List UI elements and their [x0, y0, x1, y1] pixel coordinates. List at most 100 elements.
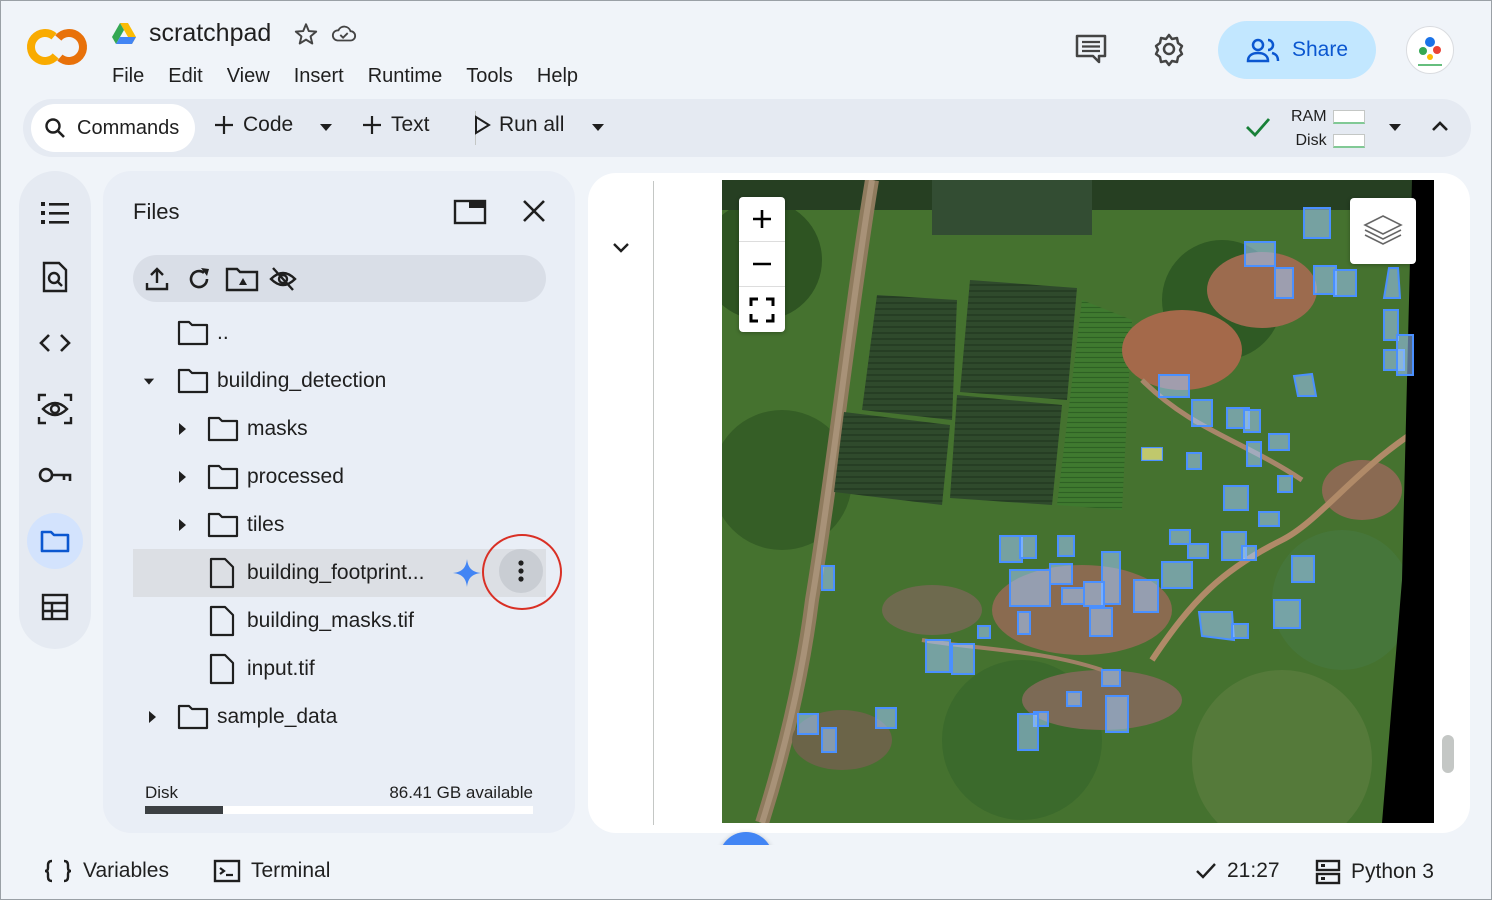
google-drive-icon	[112, 22, 136, 44]
folder-icon	[40, 530, 70, 553]
satellite-map-output[interactable]	[722, 180, 1434, 823]
open-in-tab-icon[interactable]	[453, 197, 487, 227]
resource-monitor[interactable]: RAM Disk	[1291, 105, 1365, 153]
play-icon	[475, 115, 491, 135]
hide-files-icon[interactable]	[269, 265, 297, 293]
file-icon	[209, 605, 235, 637]
menu-help[interactable]: Help	[537, 65, 578, 88]
rail-files[interactable]	[27, 513, 83, 569]
tree-item-input-tif[interactable]: input.tif	[133, 645, 546, 693]
tree-item-building-detection[interactable]: building_detection	[133, 357, 546, 405]
tree-item-label: building_detection	[217, 369, 387, 392]
terminal-icon	[213, 859, 241, 883]
commands-label: Commands	[77, 116, 180, 139]
chevron-down-icon[interactable]	[609, 235, 633, 259]
gemini-sparkle-icon[interactable]	[451, 557, 483, 589]
tree-item-masks[interactable]: masks	[133, 405, 546, 453]
fullscreen-button[interactable]	[739, 287, 785, 332]
curly-braces-icon	[44, 859, 72, 883]
rail-data-table[interactable]	[27, 579, 83, 635]
tree-item-parent[interactable]: ..	[133, 309, 546, 357]
folder-icon	[177, 368, 209, 394]
tree-item-label: sample_data	[217, 705, 338, 728]
notebook-title[interactable]: scratchpad	[149, 19, 271, 48]
menu-edit[interactable]: Edit	[168, 65, 202, 88]
connected-check-icon	[1246, 118, 1271, 138]
tree-item-processed[interactable]: processed	[133, 453, 546, 501]
tree-item-label: processed	[247, 465, 344, 488]
rail-find[interactable]	[27, 249, 83, 305]
files-actions-bar	[133, 255, 546, 302]
layers-icon	[1363, 215, 1403, 245]
run-all-button[interactable]: Run all	[473, 113, 564, 137]
search-icon	[45, 118, 65, 138]
zoom-in-button[interactable]	[739, 197, 785, 242]
code-dropdown-icon[interactable]	[319, 123, 333, 133]
file-icon	[209, 557, 235, 589]
status-bar: Variables Terminal 21:27 Python 3	[1, 845, 1491, 899]
folder-icon	[177, 320, 209, 346]
disk-available: 86.41 GB available	[389, 783, 533, 802]
avatar-logo-icon	[1418, 37, 1442, 66]
colab-logo[interactable]	[25, 27, 89, 67]
tree-item-sample-data[interactable]: sample_data	[133, 693, 546, 741]
settings-gear-icon[interactable]	[1151, 31, 1187, 67]
menu-tools[interactable]: Tools	[466, 65, 513, 88]
map-zoom-controls	[739, 197, 785, 332]
menu-file[interactable]: File	[112, 65, 144, 88]
satellite-imagery	[722, 180, 1434, 823]
terminal-button[interactable]: Terminal	[213, 859, 330, 883]
refresh-icon[interactable]	[185, 265, 213, 293]
last-run-time: 21:27	[1227, 859, 1280, 882]
files-panel: Files .. building_detection masks proces…	[103, 171, 575, 833]
disk-label-toolbar: Disk	[1295, 132, 1327, 149]
cloud-sync-icon[interactable]	[331, 21, 357, 47]
execution-status[interactable]: 21:27	[1195, 859, 1280, 883]
cell-gutter-divider	[653, 181, 654, 825]
upload-icon[interactable]	[143, 265, 171, 293]
menu-view[interactable]: View	[227, 65, 270, 88]
fullscreen-icon	[749, 297, 775, 322]
toc-icon	[41, 202, 69, 224]
caret-right-icon[interactable]	[177, 470, 189, 484]
runtime-label: Python 3	[1351, 860, 1434, 883]
share-button[interactable]: Share	[1218, 21, 1376, 79]
variables-button[interactable]: Variables	[43, 859, 169, 883]
comments-icon[interactable]	[1073, 31, 1109, 67]
menu-runtime[interactable]: Runtime	[368, 65, 442, 88]
run-dropdown-icon[interactable]	[591, 123, 605, 133]
zoom-out-button[interactable]	[739, 242, 785, 287]
rail-variables-inspector[interactable]	[27, 381, 83, 437]
close-icon[interactable]	[517, 197, 551, 227]
runtime-dropdown-icon[interactable]	[1388, 123, 1402, 133]
chevron-up-icon[interactable]	[1431, 119, 1449, 133]
runtime-type[interactable]: Python 3	[1315, 859, 1434, 885]
caret-right-icon[interactable]	[147, 710, 159, 724]
rail-table-of-contents[interactable]	[27, 185, 83, 241]
caret-right-icon[interactable]	[177, 422, 189, 436]
tree-item-tiles[interactable]: tiles	[133, 501, 546, 549]
disk-bar-toolbar	[1332, 133, 1365, 148]
caret-right-icon[interactable]	[177, 518, 189, 532]
add-code-button[interactable]: Code	[213, 113, 293, 137]
rail-secrets[interactable]	[27, 447, 83, 503]
rail-code-snippets[interactable]	[27, 315, 83, 371]
user-avatar[interactable]	[1406, 26, 1454, 74]
mount-drive-icon[interactable]	[225, 265, 259, 293]
menu-insert[interactable]: Insert	[294, 65, 344, 88]
ram-bar	[1332, 109, 1365, 124]
scrollbar-thumb[interactable]	[1442, 735, 1454, 773]
eye-scan-icon	[37, 393, 73, 425]
commands-button[interactable]: Commands	[31, 104, 195, 152]
map-layers-button[interactable]	[1350, 198, 1416, 264]
add-text-button[interactable]: Text	[361, 113, 430, 137]
notebook-toolbar: Commands Code Text Run all RAM Disk	[23, 99, 1471, 157]
caret-down-icon[interactable]	[143, 375, 155, 389]
tree-item-label: input.tif	[247, 657, 315, 680]
star-icon[interactable]	[293, 21, 319, 47]
terminal-label: Terminal	[251, 859, 331, 882]
tree-item-label: ..	[217, 321, 229, 344]
folder-icon	[207, 416, 239, 442]
disk-label: Disk	[145, 783, 179, 802]
tree-item-building-masks[interactable]: building_masks.tif	[133, 597, 546, 645]
